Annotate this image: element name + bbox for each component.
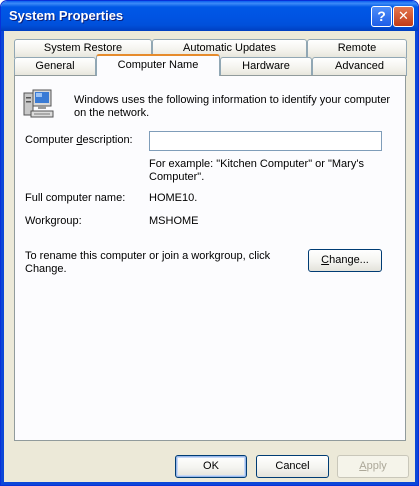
computer-icon (23, 89, 54, 118)
full-computer-name-value: HOME10. (149, 192, 198, 204)
label-part: escription: (82, 134, 133, 146)
accelerator-key: C (321, 254, 330, 266)
label-part: Computer (25, 134, 77, 146)
tab-label: Remote (337, 42, 377, 54)
tab-general[interactable]: General (14, 57, 96, 76)
apply-button[interactable]: Apply (337, 455, 409, 478)
tab-label: Hardware (242, 60, 290, 72)
workgroup-value: MSHOME (149, 215, 199, 227)
close-icon: ✕ (398, 8, 409, 23)
help-button[interactable]: ? (371, 6, 392, 27)
tab-label: Automatic Updates (183, 42, 276, 54)
ok-button[interactable]: OK (175, 455, 247, 478)
tab-computer-name[interactable]: Computer Name (96, 54, 220, 76)
workgroup-label: Workgroup: (25, 215, 82, 227)
window-title: System Properties (9, 8, 124, 23)
button-label: OK (203, 460, 219, 472)
frame-left (1, 31, 4, 485)
computer-description-label: Computer description: (25, 134, 133, 146)
tab-remote[interactable]: Remote (307, 39, 407, 58)
rename-instructions: To rename this computer or join a workgr… (25, 250, 271, 275)
help-icon: ? (377, 8, 386, 24)
frame-right (415, 31, 418, 485)
tab-label: General (35, 60, 75, 72)
accelerator-key: A (359, 460, 367, 472)
tab-advanced[interactable]: Advanced (312, 57, 407, 76)
tab-label: System Restore (43, 42, 123, 54)
computer-description-input[interactable] (149, 131, 382, 151)
intro-text: Windows uses the following information t… (74, 94, 391, 119)
title-bar[interactable]: System Properties ? ✕ (1, 1, 418, 31)
tab-hardware[interactable]: Hardware (220, 57, 312, 76)
frame-bottom (1, 482, 418, 485)
button-label: Cancel (275, 460, 310, 472)
system-properties-window: System Properties ? ✕ System Restore Aut… (0, 0, 419, 486)
button-label: pply (366, 460, 387, 472)
full-computer-name-label: Full computer name: (25, 192, 126, 204)
change-button[interactable]: Change... (308, 249, 382, 272)
button-label: hange... (329, 254, 369, 266)
tab-label: Computer Name (117, 59, 199, 71)
cancel-button[interactable]: Cancel (256, 455, 329, 478)
close-button[interactable]: ✕ (393, 6, 414, 27)
description-example-text: For example: "Kitchen Computer" or "Mary… (149, 158, 364, 183)
tab-label: Advanced (335, 60, 384, 72)
